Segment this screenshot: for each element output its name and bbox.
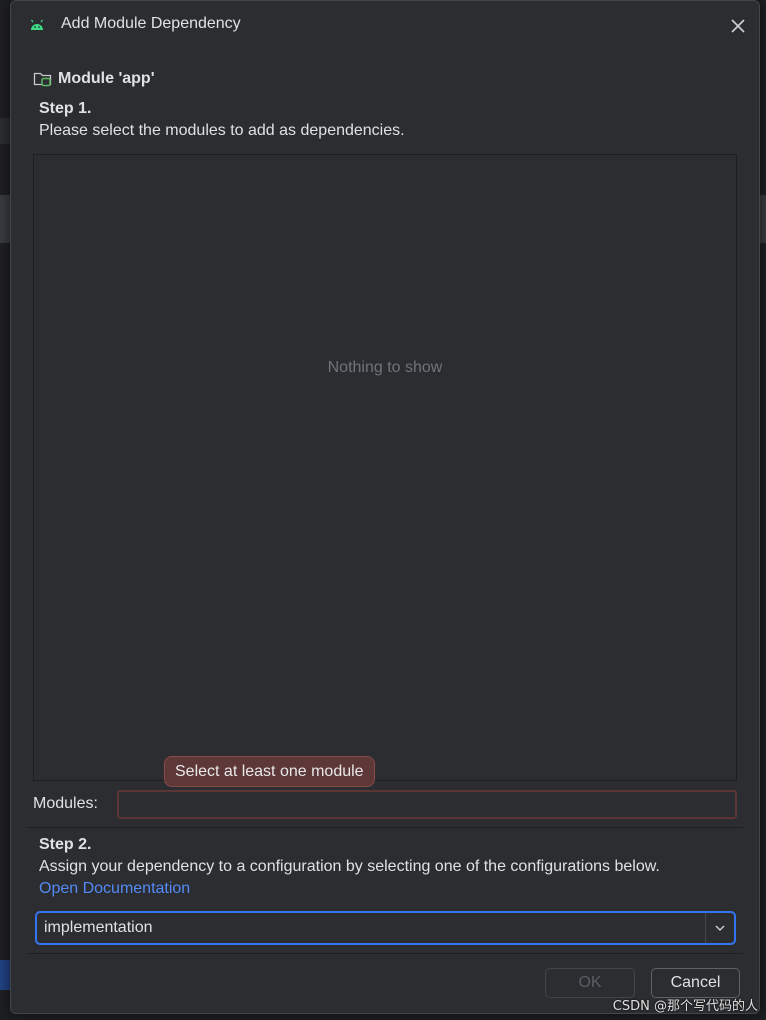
validation-tooltip: Select at least one module (164, 756, 375, 787)
dialog-titlebar[interactable]: Add Module Dependency (11, 1, 759, 51)
background-ide-bar (0, 118, 10, 144)
modules-field[interactable] (117, 790, 737, 819)
section-separator (27, 827, 743, 828)
background-ide-bar (0, 960, 10, 990)
watermark: CSDN @那个写代码的人 (612, 999, 758, 1014)
step2-title: Step 2. (39, 836, 92, 853)
chevron-down-icon[interactable] (714, 923, 726, 933)
cancel-button[interactable]: Cancel (651, 968, 740, 998)
add-module-dependency-dialog: Add Module Dependency Module 'app' Step … (10, 0, 760, 1014)
step1-description: Please select the modules to add as depe… (39, 122, 405, 139)
module-title: Module 'app' (58, 70, 155, 87)
select-divider (705, 913, 706, 943)
android-icon (31, 19, 43, 30)
empty-list-text: Nothing to show (327, 359, 443, 376)
close-icon[interactable] (729, 17, 747, 35)
configuration-select[interactable]: implementation (35, 911, 736, 945)
step2-description: Assign your dependency to a configuratio… (39, 858, 660, 875)
background-ide-strip (0, 0, 10, 1020)
background-ide-bar (0, 195, 10, 243)
module-folder-icon (33, 72, 52, 87)
ok-button[interactable]: OK (545, 968, 635, 998)
configuration-value: implementation (44, 919, 153, 936)
dialog-title: Add Module Dependency (61, 15, 241, 32)
modules-label: Modules: (33, 795, 98, 812)
footer-separator (27, 953, 743, 954)
step1-title: Step 1. (39, 100, 92, 117)
open-documentation-link[interactable]: Open Documentation (39, 880, 190, 898)
module-header: Module 'app' (33, 68, 155, 90)
modules-list[interactable]: Nothing to show (33, 154, 737, 781)
